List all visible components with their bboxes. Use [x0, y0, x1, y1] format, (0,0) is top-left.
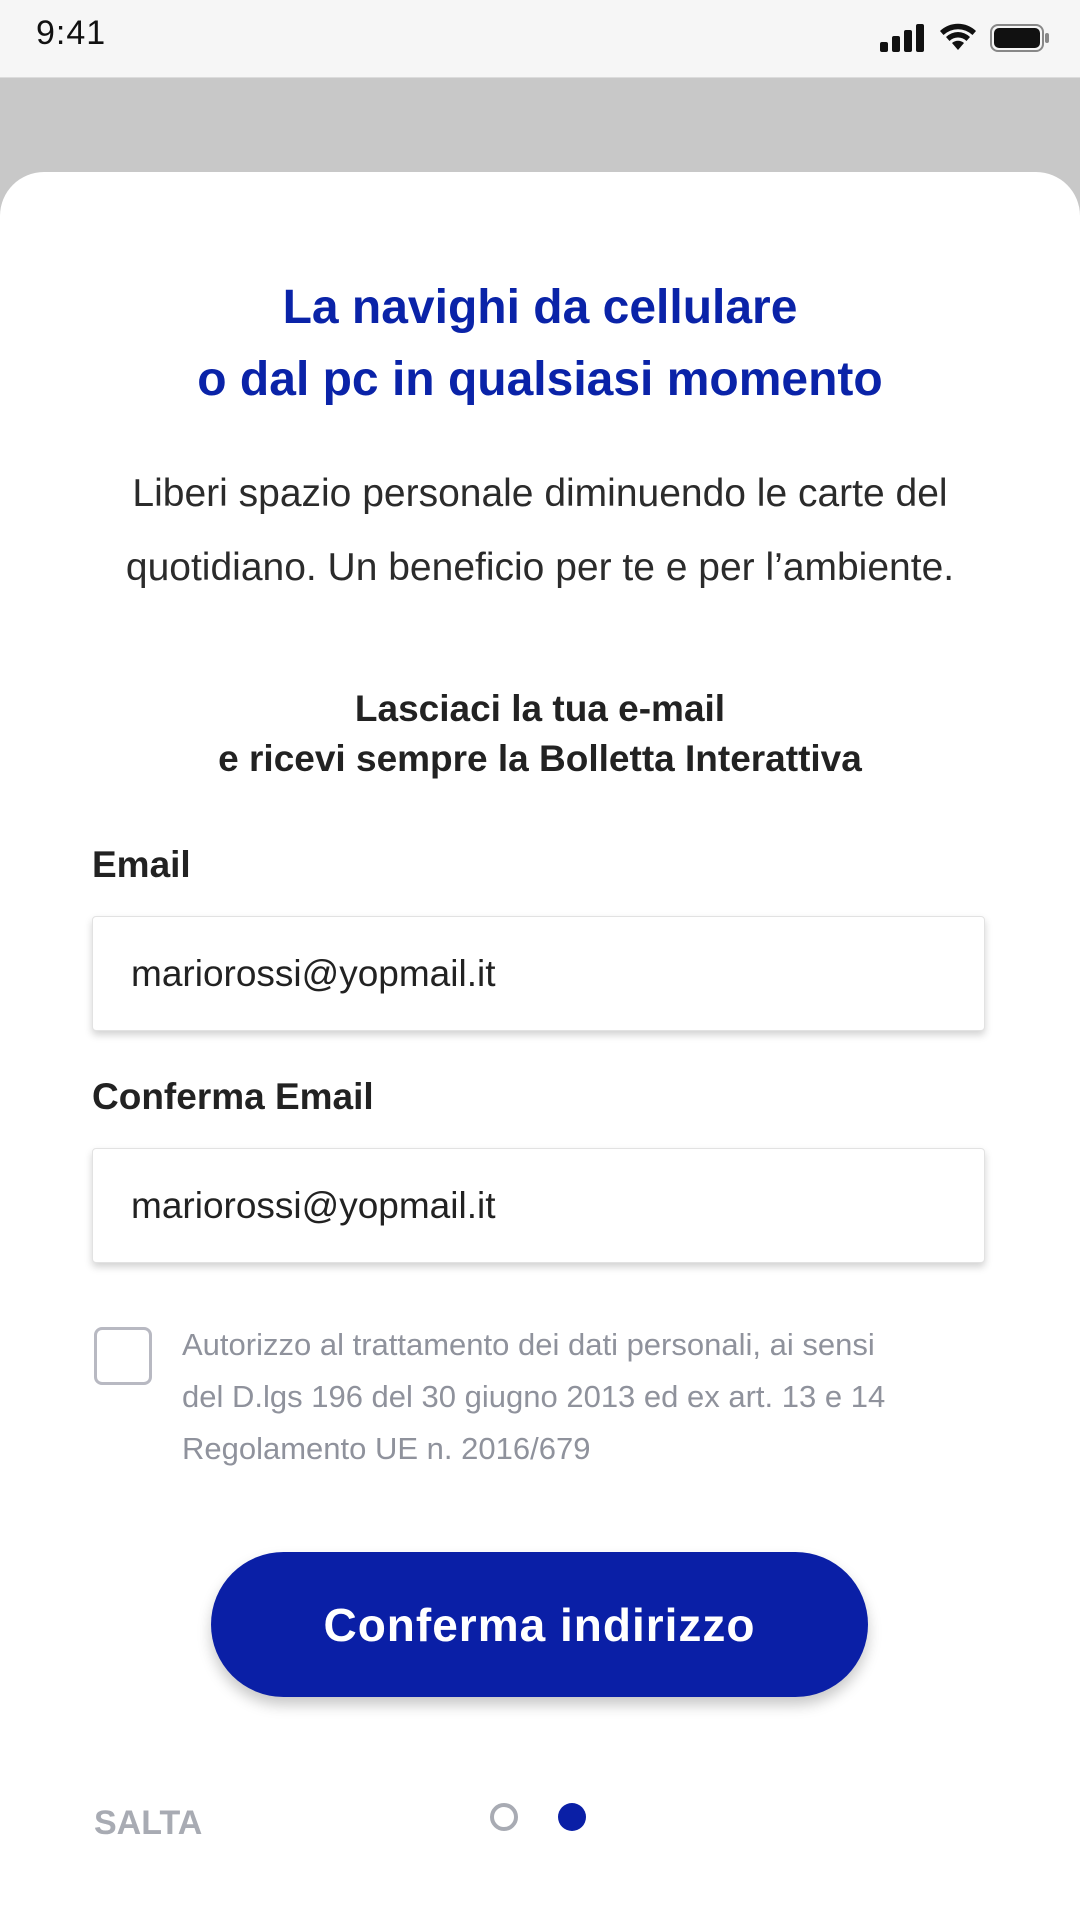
email-label: Email: [92, 844, 191, 885]
intro-line-2: quotidiano. Un beneficio per te e per l’…: [125, 546, 955, 589]
page-indicator: [490, 1802, 586, 1832]
email-cta-text: Lasciaci la tua e-mail e ricevi sempre l…: [0, 684, 1080, 784]
status-time: 9:41: [36, 14, 107, 52]
title-line-2: o dal pc in qualsiasi momento: [197, 353, 883, 406]
confirm-email-field[interactable]: [131, 1184, 984, 1227]
consent-line-2: del D.lgs 196 del 30 giugno 2013 ed ex a…: [182, 1379, 886, 1414]
status-icons: [880, 20, 1050, 56]
consent-line-1: Autorizzo al trattamento dei dati person…: [182, 1327, 875, 1362]
page-dot-1[interactable]: [490, 1803, 518, 1831]
cta-line-1: Lasciaci la tua e-mail: [354, 688, 726, 729]
title-line-1: La navighi da cellulare: [282, 281, 798, 334]
intro-line-1: Liberi spazio personale diminuendo le ca…: [132, 472, 948, 515]
confirm-email-field-container: [92, 1148, 985, 1263]
consent-checkbox[interactable]: [94, 1327, 152, 1385]
page-dot-2[interactable]: [558, 1803, 586, 1831]
consent-line-3: Regolamento UE n. 2016/679: [182, 1431, 591, 1466]
cta-line-2: e ricevi sempre la Bolletta Interattiva: [218, 738, 862, 779]
confirm-address-button[interactable]: Conferma indirizzo: [211, 1552, 868, 1697]
consent-text: Autorizzo al trattamento dei dati person…: [182, 1319, 972, 1475]
page-title: La navighi da cellulare o dal pc in qual…: [0, 272, 1080, 416]
wifi-icon: [940, 23, 976, 50]
battery-icon: [990, 24, 1049, 52]
cellular-signal-icon: [880, 24, 924, 52]
skip-button[interactable]: SALTA: [94, 1804, 202, 1843]
onboarding-sheet: La navighi da cellulare o dal pc in qual…: [0, 172, 1080, 1920]
intro-text: Liberi spazio personale diminuendo le ca…: [80, 457, 1000, 605]
confirm-email-label: Conferma Email: [92, 1076, 374, 1117]
email-field[interactable]: [131, 952, 984, 995]
email-field-container: [92, 916, 985, 1031]
dimmed-background: [0, 78, 1080, 178]
status-bar: 9:41: [0, 0, 1080, 78]
